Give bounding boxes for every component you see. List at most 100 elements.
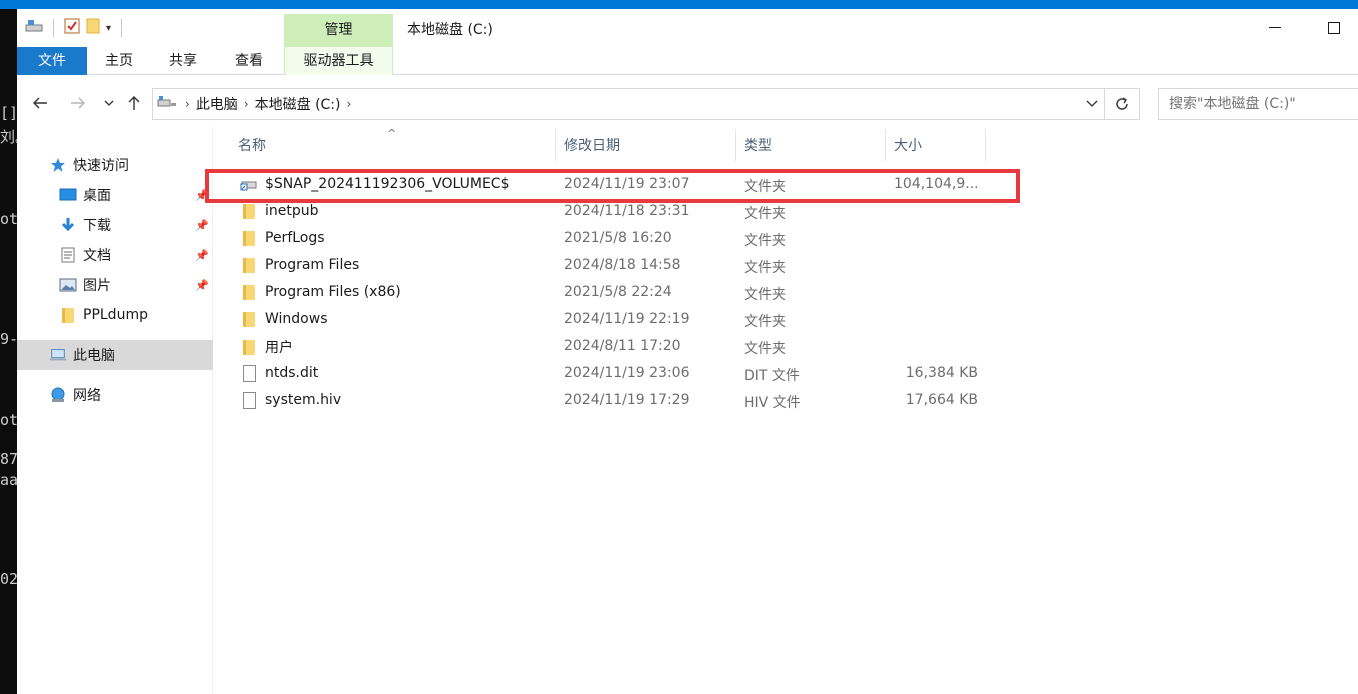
breadcrumb-separator: › [346,97,352,111]
chevron-down-icon [1086,100,1098,107]
maximize-button[interactable] [1316,15,1352,41]
breadcrumb-local-disk[interactable]: 本地磁盘 (C:) [255,94,341,114]
table-row[interactable]: Windows 2024/11/19 22:19 文件夹 [230,306,1010,333]
file-name: ntds.dit [265,365,319,381]
folder-icon [240,202,258,220]
file-date: 2024/8/18 14:58 [564,257,681,273]
breadcrumb-this-pc[interactable]: 此电脑 [196,94,238,114]
sidebar-item-label: PPLdump [83,307,148,323]
star-icon [49,156,67,174]
forward-button[interactable] [67,91,89,115]
sidebar-item-pictures[interactable]: 图片 📌 [17,270,213,300]
desktop-icon [59,186,77,204]
toolbar-divider [121,19,123,37]
file-icon [240,364,258,382]
file-type: 文件夹 [744,341,786,357]
console-line: 刘。 [0,128,17,146]
file-name: 用户 [265,340,293,356]
maximize-icon [1328,22,1340,34]
highlight-annotation-box [205,169,1020,203]
refresh-button[interactable] [1105,88,1140,120]
tab-share[interactable]: 共享 [157,47,209,75]
sidebar-item-downloads[interactable]: 下载 📌 [17,210,213,240]
file-name: Program Files (x86) [265,284,401,300]
explorer-window: ▾ 管理 本地磁盘 (C:) 文件 主页 共享 查看 驱动器工具 › 此电脑 ›… [17,9,1358,694]
file-name: Program Files [265,257,360,273]
console-background: [] 刘。 ot 9- ot 87 aa 02 [0,0,17,694]
column-header-name[interactable]: 名称 [230,129,556,161]
sidebar-item-this-pc[interactable]: 此电脑 [17,340,213,370]
table-row[interactable]: Program Files (x86) 2021/5/8 22:24 文件夹 [230,279,1010,306]
tab-home[interactable]: 主页 [93,47,145,75]
file-date: 2021/5/8 22:24 [564,284,672,300]
column-header-type[interactable]: 类型 [736,129,886,161]
file-date: 2024/11/19 23:06 [564,365,690,381]
console-line: ot [0,210,17,228]
toolbar-divider [53,19,54,37]
file-date: 2024/8/11 17:20 [564,338,681,354]
properties-icon[interactable] [64,18,80,38]
file-date: 2021/5/8 16:20 [564,230,672,246]
column-header-size[interactable]: 大小 [886,129,986,161]
tab-file[interactable]: 文件 [17,47,87,75]
customize-toolbar-icon[interactable]: ▾ [106,23,111,34]
console-line: 02 [0,570,17,588]
sidebar-item-desktop[interactable]: 桌面 📌 [17,180,213,210]
sidebar-item-label: 桌面 [83,188,111,204]
breadcrumb-separator: › [243,97,249,111]
file-type: 文件夹 [744,206,786,222]
new-folder-icon[interactable] [86,18,100,38]
folder-icon [240,229,258,247]
top-accent-bar [0,0,1358,9]
file-name: Windows [265,311,328,327]
sidebar-item-label: 文档 [83,248,111,264]
recent-locations-button[interactable] [98,91,120,115]
table-row[interactable]: Program Files 2024/8/18 14:58 文件夹 [230,252,1010,279]
console-line: aa [0,471,17,489]
search-input[interactable] [1158,88,1358,120]
up-button[interactable] [123,91,145,115]
file-date: 2024/11/19 17:29 [564,392,690,408]
context-tab-group-manage: 管理 [284,14,393,47]
address-bar[interactable]: › 此电脑 › 本地磁盘 (C:) › [152,88,1105,120]
sidebar-item-ppldump[interactable]: PPLdump [17,300,213,330]
tab-view[interactable]: 查看 [223,47,275,75]
sidebar-item-label: 网络 [73,388,101,404]
quick-access-toolbar: ▾ [17,9,126,47]
sidebar-item-label: 快速访问 [73,158,129,174]
navigation-bar: › 此电脑 › 本地磁盘 (C:) › [17,83,1358,123]
pin-icon[interactable]: 📌 [195,249,209,262]
refresh-icon [1116,97,1128,110]
tab-drive-tools[interactable]: 驱动器工具 [284,47,393,75]
up-arrow-icon [128,96,140,110]
folder-icon [240,283,258,301]
sidebar-item-network[interactable]: 网络 [17,380,213,410]
console-line: 87 [0,450,17,468]
table-row[interactable]: system.hiv 2024/11/19 17:29 HIV 文件 17,66… [230,387,1010,414]
document-icon [59,246,77,264]
address-history-button[interactable] [1086,96,1098,112]
back-button[interactable] [29,91,51,115]
file-date: 2024/11/19 22:19 [564,311,690,327]
console-line: 9- [0,330,17,348]
console-line: ot [0,411,17,429]
table-row[interactable]: PerfLogs 2021/5/8 16:20 文件夹 [230,225,1010,252]
table-row[interactable]: 用户 2024/8/11 17:20 文件夹 [230,333,1010,360]
pin-icon[interactable]: 📌 [195,219,209,232]
console-line: [] [0,104,17,122]
minimize-button[interactable] [1257,15,1293,41]
sidebar-item-label: 此电脑 [73,348,115,364]
sidebar-item-quick-access[interactable]: 快速访问 [17,150,213,180]
drive-icon[interactable] [25,18,43,38]
folder-icon [240,310,258,328]
navigation-pane: 快速访问 桌面 📌 下载 📌 文档 📌 图片 📌 PPLdump 此电脑 网络 [17,127,213,694]
download-icon [59,216,77,234]
pin-icon[interactable]: 📌 [195,279,209,292]
table-row[interactable]: ntds.dit 2024/11/19 23:06 DIT 文件 16,384 … [230,360,1010,387]
sidebar-item-documents[interactable]: 文档 📌 [17,240,213,270]
sidebar-item-label: 下载 [83,218,111,234]
folder-icon [240,256,258,274]
column-header-date[interactable]: 修改日期 [556,129,736,161]
file-name: system.hiv [265,392,342,408]
file-type: 文件夹 [744,314,786,330]
